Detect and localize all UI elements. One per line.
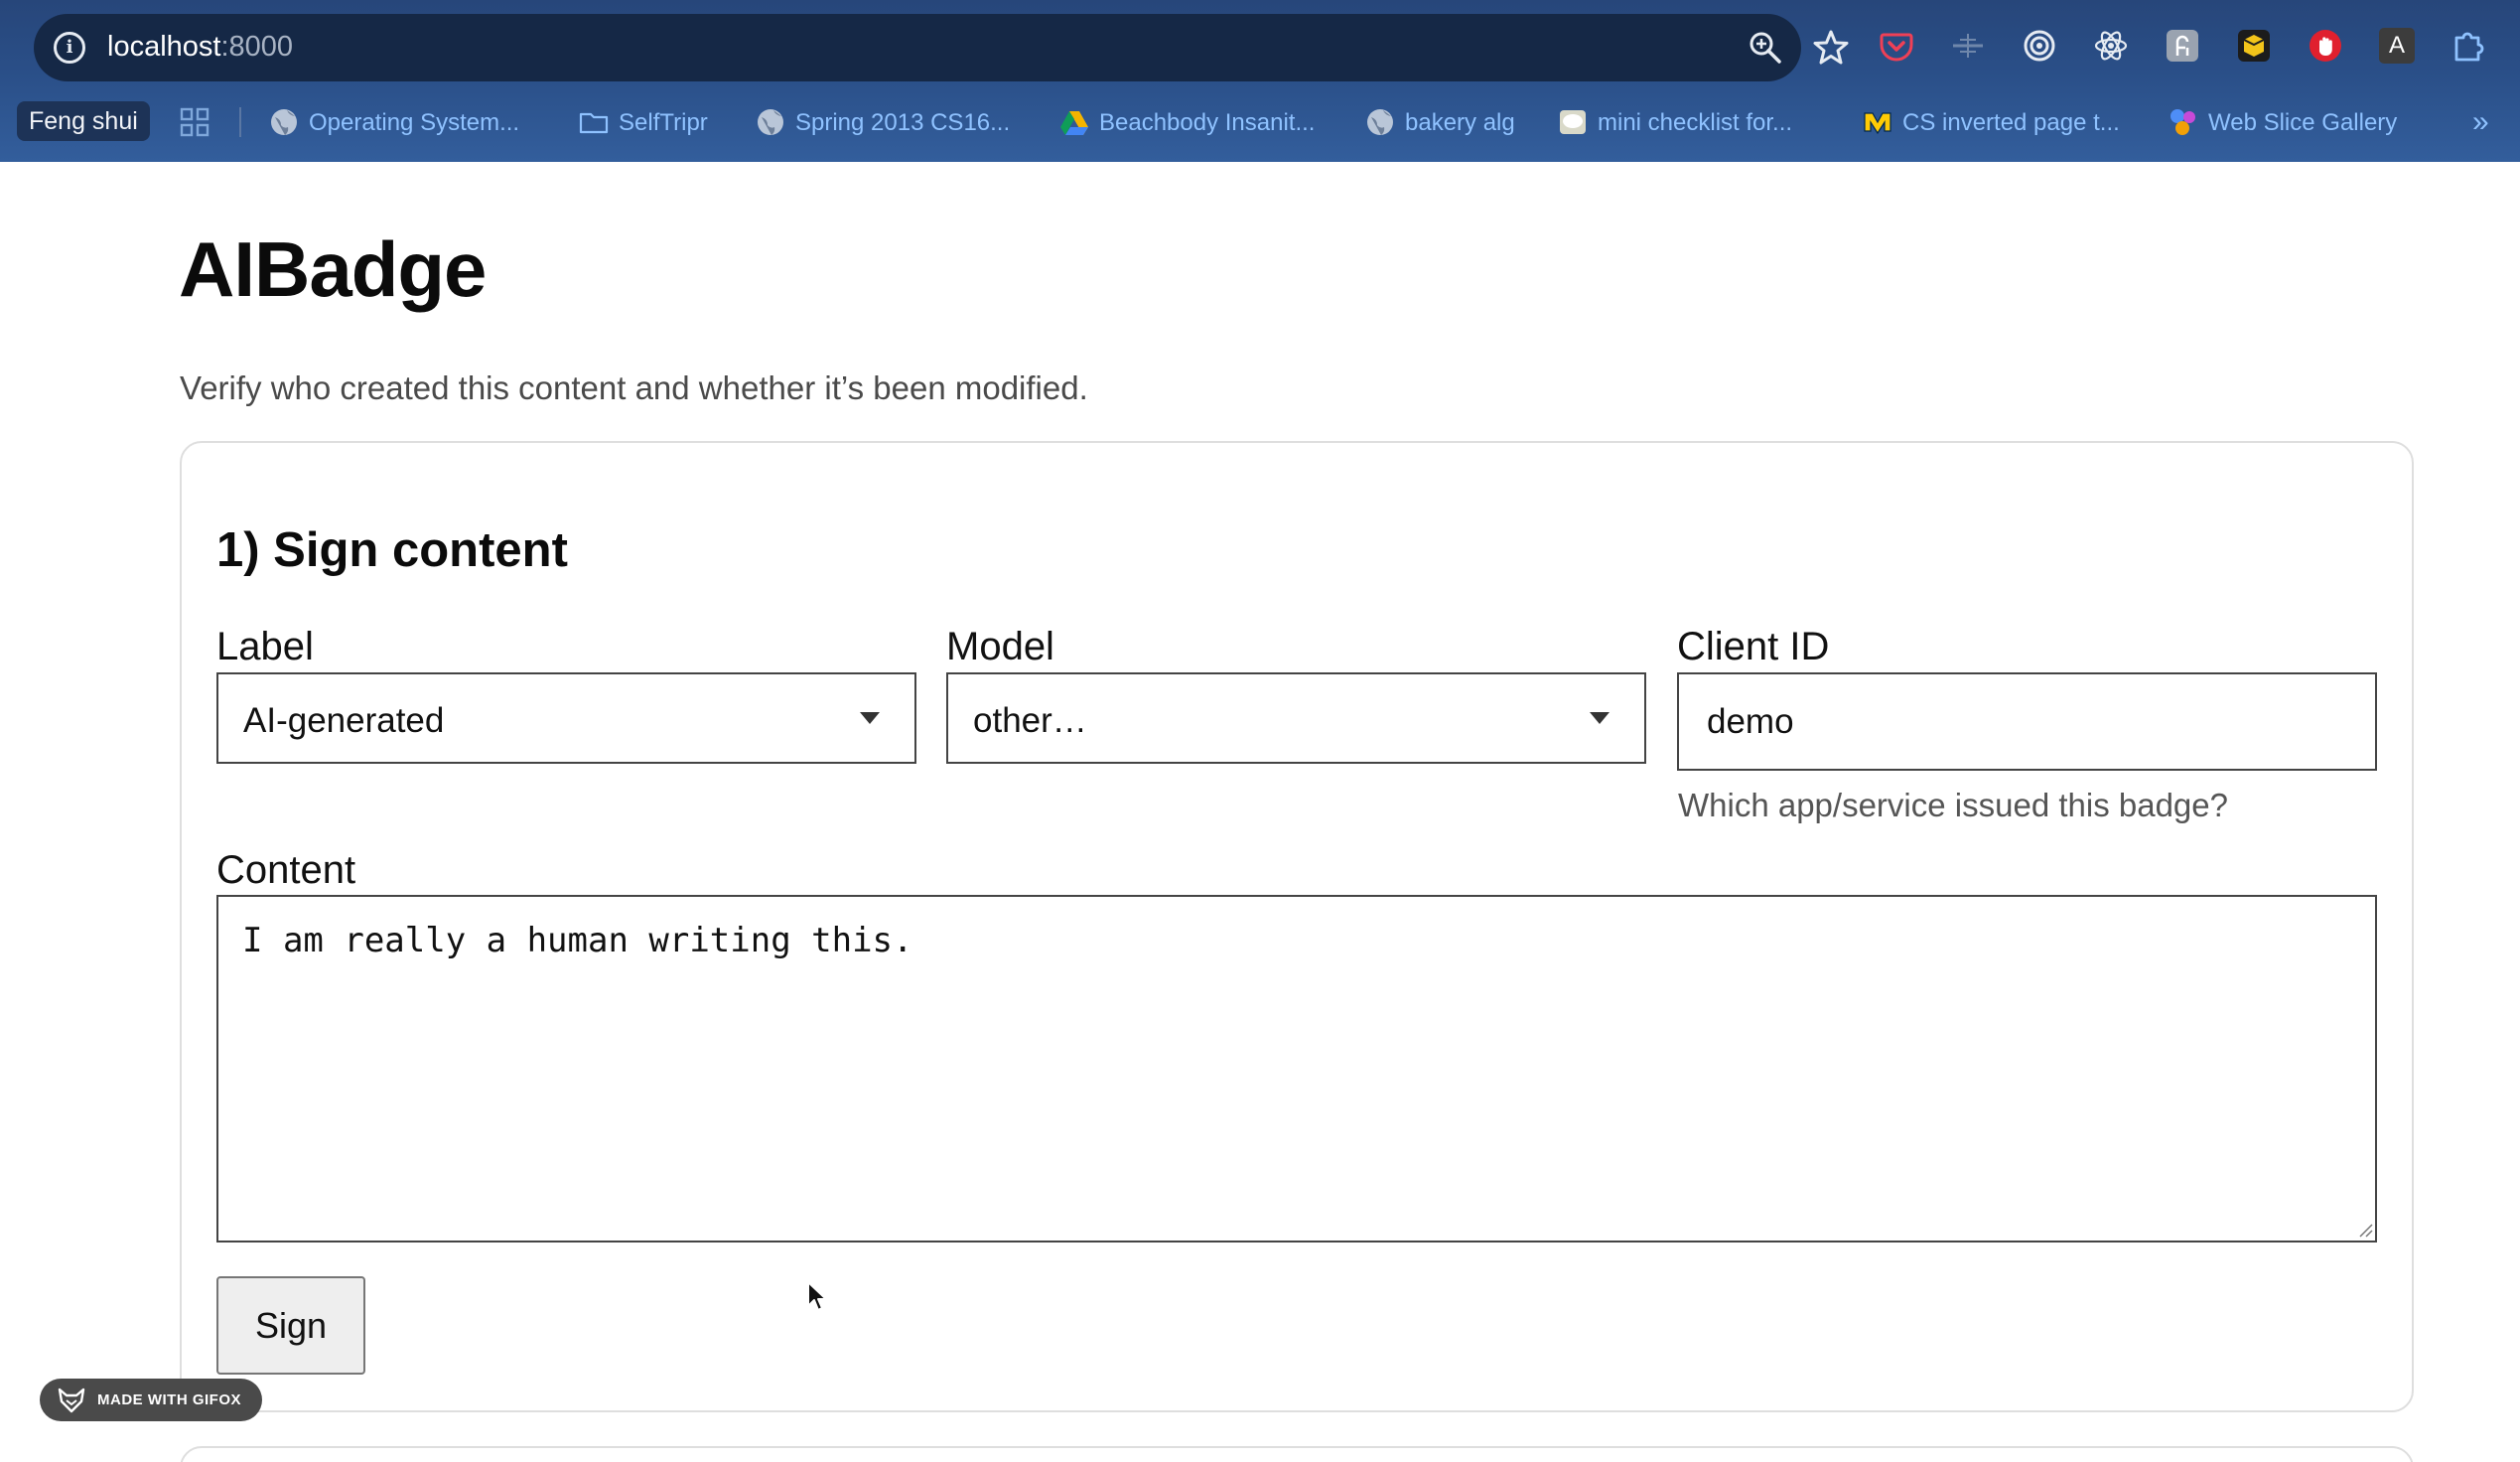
letter-a-extension-icon[interactable]: A [2379,28,2415,64]
bookmark-label: Beachbody Insanit... [1099,109,1316,136]
url-text[interactable]: localhost:8000 [107,31,293,64]
react-devtools-icon[interactable] [2093,28,2129,64]
gifox-watermark: MADE WITH GIFOX [40,1379,262,1421]
browser-chrome: i localhost:8000 A Feng shui Operating S… [0,0,2520,162]
page-subtitle: Verify who created this content and whet… [180,369,1088,406]
bookmark-label: mini checklist for... [1598,109,1793,136]
bookmark-label: bakery alg [1405,109,1515,136]
michigan-m-icon [1864,112,1891,134]
bookmark-label: Web Slice Gallery [2208,109,2398,136]
globe-icon [1367,108,1393,135]
gifox-label: MADE WITH GIFOX [97,1391,241,1408]
client-id-help-text: Which app/service issued this badge? [1678,787,2228,823]
more-bookmarks-chevron-icon[interactable]: » [2472,105,2489,139]
bookmark-item[interactable]: bakery alg [1365,103,1515,143]
client-id-input[interactable] [1677,672,2377,771]
sign-button[interactable]: Sign [216,1276,365,1375]
hand-stop-extension-icon[interactable] [2308,28,2343,64]
bookmark-item[interactable]: Spring 2013 CS16... [756,103,1010,143]
bookmark-label: Operating System... [309,109,520,136]
folder-icon [579,112,609,133]
model-field-label: Model [946,625,1054,668]
bookmark-item[interactable]: SelfTripr [579,103,708,143]
bookmarks-separator [239,107,241,137]
web-slice-icon [2170,108,2195,135]
bookmark-item[interactable]: Web Slice Gallery [2169,103,2397,143]
bookmark-item[interactable]: CS inverted page t... [1863,103,2120,143]
resize-grip-icon[interactable] [2357,1222,2373,1238]
bookmark-label: CS inverted page t... [1902,109,2120,136]
bookmark-item[interactable]: Operating System... [269,103,519,143]
extensions-puzzle-icon[interactable] [2450,28,2486,64]
chat-bubble-icon [1560,109,1586,134]
address-bar[interactable]: i localhost:8000 [34,14,1849,81]
label-select[interactable]: AI-generated [216,672,916,764]
globe-icon [758,108,783,135]
zoom-icon[interactable] [1748,30,1783,66]
grey-extension-icon[interactable] [2165,28,2200,64]
chevron-down-icon [860,712,880,724]
label-select-value: AI-generated [243,701,445,740]
bookmark-star-icon[interactable] [1811,28,1851,68]
ruler-extension-icon[interactable] [1950,28,1986,64]
content-label: Content [216,848,356,892]
bookmarks-bar: Feng shui Operating System... SelfTripr … [0,97,2520,149]
bookmark-item[interactable]: Beachbody Insanit... [1059,103,1315,143]
label-field-label: Label [216,625,314,668]
target-extension-icon[interactable] [2022,28,2057,64]
bookmark-item[interactable]: mini checklist for... [1558,103,1792,143]
bookmark-label: SelfTripr [619,109,708,136]
model-select[interactable]: other… [946,672,1646,764]
next-section-card [180,1446,2414,1462]
chevron-down-icon [1590,712,1610,724]
content-textarea[interactable]: I am really a human writing this. [216,895,2377,1243]
fox-logo-icon [58,1388,85,1413]
site-info-icon[interactable]: i [54,32,85,64]
google-drive-icon [1060,110,1088,135]
url-host: localhost [107,31,221,63]
bookmark-label: Spring 2013 CS16... [795,109,1011,136]
model-select-value: other… [973,701,1087,740]
globe-icon [271,108,297,135]
section-title: 1) Sign content [216,523,568,577]
mouse-cursor-icon [807,1281,827,1311]
pocket-extension-icon[interactable] [1879,28,1914,64]
cube-extension-icon[interactable] [2236,28,2272,64]
url-port: :8000 [220,31,294,63]
page-title: AIBadge [179,225,487,313]
bookmark-group-feng-shui[interactable]: Feng shui [17,101,150,141]
apps-grid-icon[interactable] [180,107,210,137]
client-id-label: Client ID [1677,625,1830,668]
